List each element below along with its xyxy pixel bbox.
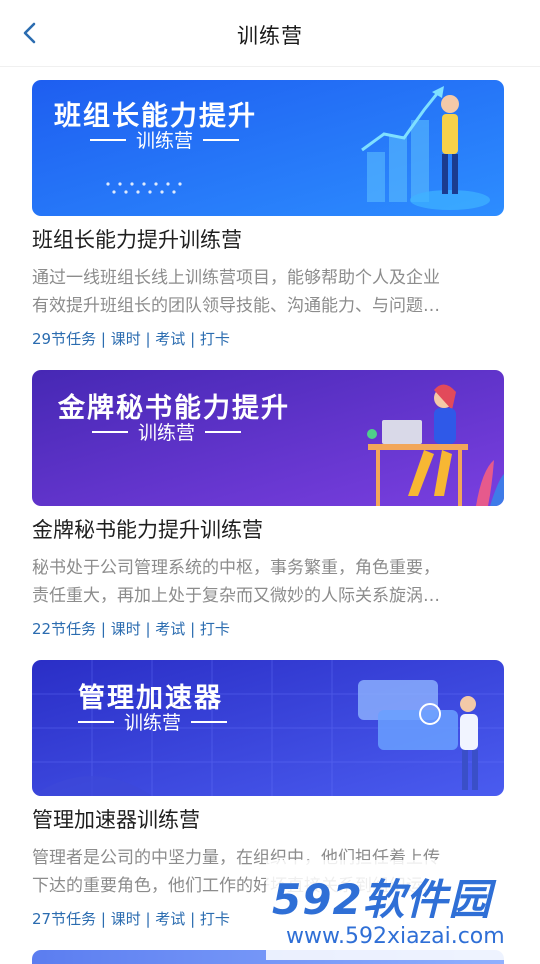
tag-checkin: 打卡 — [199, 910, 230, 928]
camp-meta: 29节任务 | 课时 | 考试 | 打卡 — [32, 330, 230, 348]
camp-banner[interactable]: 班组长能力提升 训练营 — [32, 80, 504, 216]
tag-exam: 考试 — [155, 620, 186, 638]
tag-checkin: 打卡 — [199, 330, 230, 348]
camp-title[interactable]: 管理加速器训练营 — [32, 804, 200, 834]
banner-subtitle: 训练营 — [92, 418, 242, 445]
banner-subtitle: 训练营 — [90, 126, 240, 153]
task-count: 27节任务 — [32, 910, 97, 928]
watermark-logo: 592软件园 — [272, 875, 492, 924]
tag-exam: 考试 — [155, 330, 186, 348]
camp-description: 秘书处于公司管理系统的中枢，事务繁重，角色重要， 责任重大，再加上处于复杂而又微… — [32, 558, 440, 606]
tag-lessons: 课时 — [110, 910, 141, 928]
tag-exam: 考试 — [155, 910, 186, 928]
watermark: 592软件园 www.592xiazai.com — [266, 860, 540, 960]
banner-subtitle: 训练营 — [78, 708, 228, 735]
tag-lessons: 课时 — [110, 620, 141, 638]
nav-bar: 训练营 — [0, 0, 540, 67]
camp-banner[interactable]: 金牌秘书能力提升 训练营 — [32, 370, 504, 506]
page-title: 训练营 — [237, 24, 303, 48]
camp-title[interactable]: 班组长能力提升训练营 — [32, 224, 242, 254]
tag-lessons: 课时 — [110, 330, 141, 348]
camp-title[interactable]: 金牌秘书能力提升训练营 — [32, 514, 263, 544]
task-count: 29节任务 — [32, 330, 97, 348]
tag-checkin: 打卡 — [199, 620, 230, 638]
camp-banner[interactable]: 管理加速器 训练营 — [32, 660, 504, 796]
camp-meta: 27节任务 | 课时 | 考试 | 打卡 — [32, 910, 230, 928]
camp-description: 通过一线班组长线上训练营项目，能够帮助个人及企业 有效提升班组长的团队领导技能、… — [32, 268, 440, 316]
watermark-url: www.592xiazai.com — [286, 924, 505, 949]
task-count: 22节任务 — [32, 620, 97, 638]
camp-card[interactable]: 班组长能力提升 训练营 班组长能力提升训练营 通过一线班组长线上训练营项目，能够… — [32, 80, 504, 370]
camp-meta: 22节任务 | 课时 | 考试 | 打卡 — [32, 620, 230, 638]
camp-list: 班组长能力提升 训练营 班组长能力提升训练营 通过一线班组长线上训练营项目，能够… — [32, 80, 504, 950]
camp-card[interactable]: 金牌秘书能力提升 训练营 金牌秘书能力提升训练营 秘书处于公司管理系统的中枢，事… — [32, 370, 504, 660]
